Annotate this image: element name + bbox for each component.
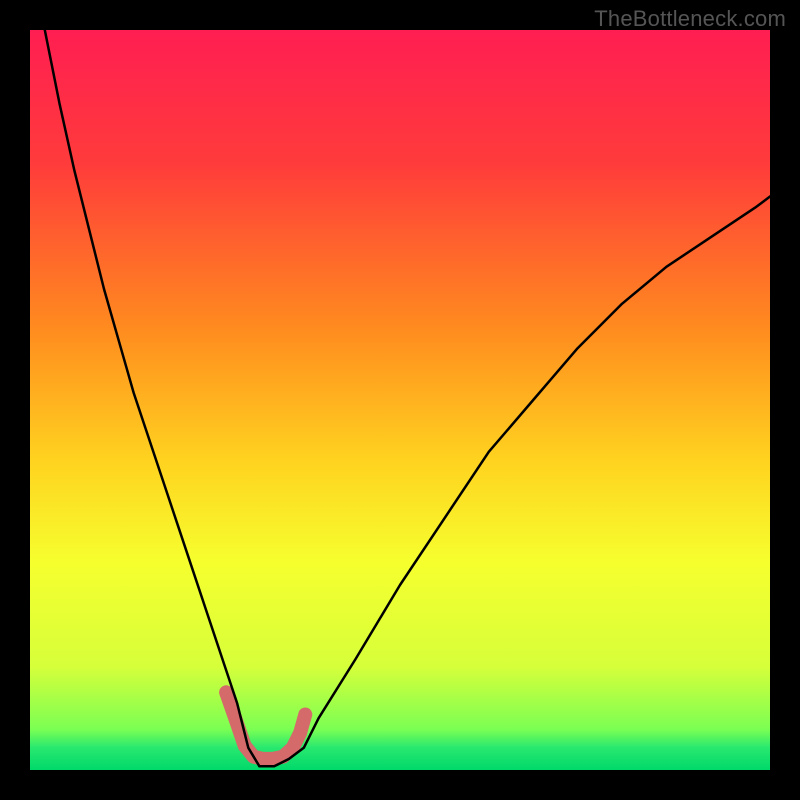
chart-stage: TheBottleneck.com [0, 0, 800, 800]
bottleneck-chart [0, 0, 800, 800]
plot-background [30, 30, 770, 770]
watermark-text: TheBottleneck.com [594, 6, 786, 32]
